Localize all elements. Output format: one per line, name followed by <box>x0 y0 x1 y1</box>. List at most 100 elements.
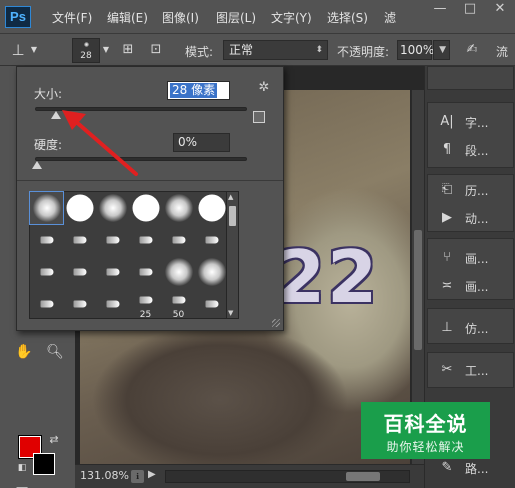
quick-mask-icon[interactable]: ◙ <box>12 484 32 488</box>
brush-preset-tip[interactable] <box>63 224 96 256</box>
menu-filter[interactable]: 滤 <box>384 9 396 26</box>
brush-preset-tip[interactable] <box>63 256 96 288</box>
menu-type[interactable]: 文字(Y) <box>271 9 312 26</box>
brush-tip-icon <box>198 194 225 222</box>
tool-preset-dropdown-icon[interactable]: ▼ <box>28 41 40 59</box>
opacity-dropdown[interactable]: ▼ <box>433 40 450 60</box>
brush-panel-toggle-icon[interactable]: ⊞ <box>118 41 138 59</box>
menu-bar: Ps 文件(F) 编辑(E) 图像(I) 图层(L) 文字(Y) 选择(S) 滤… <box>0 0 515 34</box>
minimize-button[interactable]: — <box>425 0 455 20</box>
scroll-down-icon[interactable]: ▼ <box>228 309 233 317</box>
vertical-scroll-thumb[interactable] <box>414 230 422 350</box>
opacity-input[interactable]: 100% <box>397 40 434 60</box>
new-preset-icon[interactable] <box>253 111 265 123</box>
menu-image[interactable]: 图像(I) <box>162 9 199 26</box>
gear-icon[interactable]: ✲ <box>256 80 272 96</box>
menu-edit[interactable]: 编辑(E) <box>107 9 148 26</box>
brush-preset-soft-round[interactable] <box>29 191 64 225</box>
brush-tip-icon <box>205 300 218 308</box>
screen-mode-icon[interactable]: ▣ <box>45 484 65 488</box>
panel-tool-presets[interactable]: ✂ 工... <box>427 358 514 382</box>
brush-preset-tip[interactable] <box>63 288 96 320</box>
hardness-slider-thumb[interactable] <box>32 161 42 169</box>
panel-clone-source[interactable]: ⊥ 仿... <box>427 316 514 340</box>
panel-history[interactable]: ⎗ 历... <box>427 178 514 202</box>
brush-preset-tip[interactable] <box>195 288 228 320</box>
menu-file[interactable]: 文件(F) <box>52 9 92 26</box>
horizontal-scrollbar[interactable] <box>165 470 410 483</box>
brush-dropdown-icon[interactable]: ▼ <box>101 41 111 59</box>
brush-preset-tip[interactable] <box>96 224 129 256</box>
horizontal-scroll-thumb[interactable] <box>346 472 380 481</box>
brush-panel-icon: ⑂ <box>443 250 451 265</box>
zoom-level[interactable]: 131.08% <box>80 469 129 482</box>
pressure-opacity-icon[interactable]: ✍ <box>462 41 482 59</box>
brush-preset-tip[interactable] <box>129 256 162 288</box>
brush-preset-size-label: 25 <box>139 310 152 320</box>
brush-preset-tip[interactable] <box>129 224 162 256</box>
panel-brush-presets[interactable]: ≍ 画... <box>427 274 514 298</box>
size-slider-thumb[interactable] <box>51 111 62 119</box>
close-button[interactable]: ✕ <box>485 0 515 20</box>
size-slider[interactable] <box>35 107 247 111</box>
swap-colors-icon[interactable]: ⇄ <box>44 430 64 450</box>
brush-preset-hard-round[interactable] <box>63 192 96 224</box>
default-colors-icon[interactable]: ◧ <box>12 458 32 478</box>
brush-preset-soft-round[interactable] <box>162 256 195 288</box>
brush-preset-tip[interactable] <box>30 224 63 256</box>
brush-preset-tip[interactable] <box>96 256 129 288</box>
brush-preset-tip[interactable]: 50 <box>162 288 195 320</box>
maximize-button[interactable]: □ <box>455 0 485 20</box>
panel-group-top <box>427 66 514 90</box>
tool-presets-icon: ✂ <box>441 362 453 377</box>
stamp-icon[interactable]: ⊥ <box>8 41 28 59</box>
panel-paragraph[interactable]: ¶ 段... <box>427 138 514 162</box>
brush-preset-tip[interactable] <box>30 288 63 320</box>
background-color-swatch[interactable] <box>33 453 55 475</box>
paths-icon: ✎ <box>441 460 453 475</box>
panel-actions[interactable]: ▶ 动... <box>427 206 514 230</box>
brush-preset-tip[interactable] <box>30 256 63 288</box>
history-icon: ⎗ <box>441 182 453 197</box>
panel-brush[interactable]: ⑂ 画... <box>427 246 514 270</box>
panel-label: 工... <box>465 364 489 378</box>
brush-preset-picker[interactable]: 28 <box>72 38 100 63</box>
size-input[interactable]: 28 像素 <box>167 81 230 100</box>
clone-source-panel-icon[interactable]: ⊡ <box>146 41 166 59</box>
brush-preset-hard-round[interactable] <box>195 192 228 224</box>
panel-paths[interactable]: ✎ 路... <box>427 456 514 480</box>
mode-select[interactable]: 正常 ⬍ <box>223 40 328 60</box>
brush-preset-tip[interactable]: 25 <box>129 288 162 320</box>
brush-preset-soft-round[interactable] <box>96 192 129 224</box>
hardness-input[interactable]: 0% <box>173 133 230 152</box>
panel-label: 历... <box>465 184 489 198</box>
scroll-up-icon[interactable]: ▲ <box>228 193 233 201</box>
menu-select[interactable]: 选择(S) <box>327 9 368 26</box>
brush-size-readout: 28 <box>80 51 92 61</box>
resize-grip-icon[interactable] <box>272 319 280 327</box>
panel-label: 动... <box>465 212 489 226</box>
brush-preset-tip[interactable] <box>195 224 228 256</box>
status-menu-arrow-icon[interactable]: ▶ <box>148 469 156 480</box>
zoom-tool-icon[interactable]: 🔍︎ <box>45 342 65 362</box>
preset-scrollbar[interactable]: ▲ ▼ <box>227 191 239 319</box>
panel-label: 路... <box>465 462 489 476</box>
document-info-icon[interactable]: ℹ <box>131 470 144 483</box>
brush-preset-soft-round[interactable] <box>195 256 228 288</box>
brush-preset-tip[interactable] <box>162 224 195 256</box>
brush-preset-hard-round[interactable] <box>129 192 162 224</box>
hardness-slider[interactable] <box>35 157 247 161</box>
panel-label: 画... <box>465 252 489 266</box>
menu-layer[interactable]: 图层(L) <box>216 9 256 26</box>
panel-character[interactable]: A| 字... <box>427 110 514 134</box>
hand-tool-icon[interactable]: ✋ <box>14 342 34 362</box>
brush-preset-soft-round[interactable] <box>162 192 195 224</box>
panel-label: 字... <box>465 116 489 130</box>
brush-tip-icon <box>197 258 226 286</box>
brush-tip-icon <box>73 236 86 244</box>
preset-scroll-thumb[interactable] <box>229 206 236 226</box>
window-controls: — □ ✕ <box>425 0 515 20</box>
brush-tip-icon <box>132 194 159 222</box>
brush-preset-tip[interactable] <box>96 288 129 320</box>
brush-preset-picker-popup: 大小: 28 像素 ✲ 硬度: 0% 25 50 ▲ ▼ <box>16 66 284 331</box>
